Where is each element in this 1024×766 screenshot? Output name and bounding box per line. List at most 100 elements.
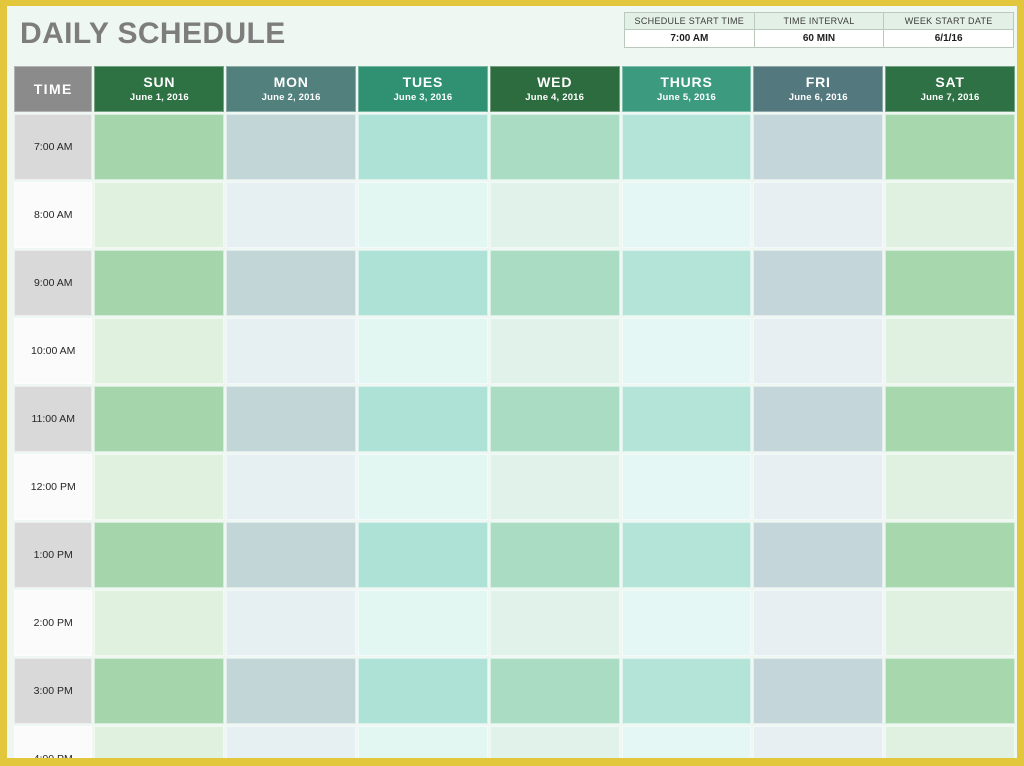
schedule-cell-sun[interactable] bbox=[94, 590, 225, 656]
settings-field-value[interactable]: 6/1/16 bbox=[883, 29, 1014, 48]
schedule-cell-fri[interactable] bbox=[753, 726, 884, 758]
schedule-cell-wed[interactable] bbox=[489, 454, 620, 520]
schedule-cell-mon[interactable] bbox=[226, 522, 357, 588]
schedule-cell-sun[interactable] bbox=[94, 318, 225, 384]
schedule-cell-thurs[interactable] bbox=[621, 318, 752, 384]
schedule-cell-mon[interactable] bbox=[226, 114, 357, 180]
schedule-row: 11:00 AM bbox=[14, 386, 1015, 452]
day-header-name: SAT bbox=[935, 74, 965, 90]
schedule-cell-sun[interactable] bbox=[94, 182, 225, 248]
schedule-cell-sun[interactable] bbox=[94, 658, 225, 724]
schedule-cell-thurs[interactable] bbox=[621, 182, 752, 248]
settings-field-label: WEEK START DATE bbox=[883, 12, 1014, 30]
schedule-cell-tues[interactable] bbox=[358, 454, 488, 520]
settings-field-value[interactable]: 60 MIN bbox=[753, 29, 885, 48]
schedule-cell-tues[interactable] bbox=[358, 726, 488, 758]
schedule-cell-fri[interactable] bbox=[753, 590, 884, 656]
schedule-cell-sat[interactable] bbox=[885, 658, 1015, 724]
schedule-cell-tues[interactable] bbox=[358, 318, 488, 384]
schedule-cell-wed[interactable] bbox=[489, 318, 620, 384]
day-header-date: June 4, 2016 bbox=[525, 92, 585, 103]
schedule-cell-mon[interactable] bbox=[226, 726, 357, 758]
schedule-cell-mon[interactable] bbox=[226, 318, 357, 384]
schedule-cell-fri[interactable] bbox=[753, 522, 884, 588]
schedule-cell-thurs[interactable] bbox=[621, 590, 752, 656]
time-slot-label: 4:00 PM bbox=[14, 726, 93, 758]
schedule-cell-sun[interactable] bbox=[94, 114, 225, 180]
schedule-cell-tues[interactable] bbox=[358, 658, 488, 724]
schedule-cell-mon[interactable] bbox=[226, 250, 357, 316]
settings-field-label: SCHEDULE START TIME bbox=[624, 12, 755, 30]
schedule-cell-thurs[interactable] bbox=[621, 454, 752, 520]
schedule-row: 1:00 PM bbox=[14, 522, 1015, 588]
schedule-cell-tues[interactable] bbox=[358, 182, 488, 248]
day-header-name: TUES bbox=[402, 74, 444, 90]
schedule-cell-thurs[interactable] bbox=[621, 386, 752, 452]
schedule-cell-thurs[interactable] bbox=[621, 658, 752, 724]
schedule-cell-sat[interactable] bbox=[885, 726, 1015, 758]
schedule-row: 9:00 AM bbox=[14, 250, 1015, 316]
day-header-thurs[interactable]: THURS June 5, 2016 bbox=[621, 66, 752, 112]
schedule-cell-wed[interactable] bbox=[489, 114, 620, 180]
schedule-cell-mon[interactable] bbox=[226, 386, 357, 452]
settings-field-value[interactable]: 7:00 AM bbox=[624, 29, 755, 48]
schedule-cell-mon[interactable] bbox=[226, 182, 357, 248]
day-header-tues[interactable]: TUES June 3, 2016 bbox=[358, 66, 488, 112]
time-slot-label: 10:00 AM bbox=[14, 318, 93, 384]
schedule-cell-thurs[interactable] bbox=[621, 250, 752, 316]
schedule-cell-sun[interactable] bbox=[94, 522, 225, 588]
schedule-cell-sat[interactable] bbox=[885, 522, 1015, 588]
schedule-cell-sat[interactable] bbox=[885, 114, 1015, 180]
schedule-cell-thurs[interactable] bbox=[621, 114, 752, 180]
schedule-cell-mon[interactable] bbox=[226, 454, 357, 520]
schedule-cell-fri[interactable] bbox=[753, 250, 884, 316]
schedule-row: 12:00 PM bbox=[14, 454, 1015, 520]
schedule-cell-tues[interactable] bbox=[358, 522, 488, 588]
schedule-cell-fri[interactable] bbox=[753, 386, 884, 452]
time-column-header: TIME bbox=[14, 66, 93, 112]
schedule-cell-sat[interactable] bbox=[885, 454, 1015, 520]
schedule-cell-thurs[interactable] bbox=[621, 522, 752, 588]
schedule-cell-wed[interactable] bbox=[489, 522, 620, 588]
schedule-row: 3:00 PM bbox=[14, 658, 1015, 724]
schedule-cell-wed[interactable] bbox=[489, 590, 620, 656]
day-header-name: WED bbox=[537, 74, 573, 90]
day-header-name: FRI bbox=[805, 74, 831, 90]
schedule-cell-sun[interactable] bbox=[94, 454, 225, 520]
schedule-cell-sat[interactable] bbox=[885, 250, 1015, 316]
schedule-cell-sun[interactable] bbox=[94, 726, 225, 758]
schedule-cell-sun[interactable] bbox=[94, 250, 225, 316]
schedule-row: 2:00 PM bbox=[14, 590, 1015, 656]
schedule-cell-sun[interactable] bbox=[94, 386, 225, 452]
day-header-mon[interactable]: MON June 2, 2016 bbox=[226, 66, 357, 112]
schedule-cell-tues[interactable] bbox=[358, 250, 488, 316]
schedule-cell-sat[interactable] bbox=[885, 318, 1015, 384]
day-header-sun[interactable]: SUN June 1, 2016 bbox=[94, 66, 225, 112]
schedule-cell-sat[interactable] bbox=[885, 182, 1015, 248]
day-header-wed[interactable]: WED June 4, 2016 bbox=[489, 66, 620, 112]
schedule-cell-fri[interactable] bbox=[753, 318, 884, 384]
schedule-cell-mon[interactable] bbox=[226, 590, 357, 656]
schedule-cell-tues[interactable] bbox=[358, 590, 488, 656]
schedule-cell-wed[interactable] bbox=[489, 250, 620, 316]
schedule-cell-wed[interactable] bbox=[489, 182, 620, 248]
schedule-cell-sat[interactable] bbox=[885, 590, 1015, 656]
schedule-cell-fri[interactable] bbox=[753, 454, 884, 520]
day-header-sat[interactable]: SAT June 7, 2016 bbox=[885, 66, 1015, 112]
schedule-cell-wed[interactable] bbox=[489, 658, 620, 724]
schedule-cell-wed[interactable] bbox=[489, 726, 620, 758]
schedule-cell-fri[interactable] bbox=[753, 182, 884, 248]
day-header-fri[interactable]: FRI June 6, 2016 bbox=[753, 66, 884, 112]
schedule-cell-tues[interactable] bbox=[358, 114, 488, 180]
schedule-cell-fri[interactable] bbox=[753, 658, 884, 724]
schedule-cell-wed[interactable] bbox=[489, 386, 620, 452]
schedule-cell-mon[interactable] bbox=[226, 658, 357, 724]
schedule-cell-sat[interactable] bbox=[885, 386, 1015, 452]
settings-value-row: 7:00 AM 60 MIN 6/1/16 bbox=[624, 29, 1014, 48]
schedule-cell-tues[interactable] bbox=[358, 386, 488, 452]
schedule-row: 8:00 AM bbox=[14, 182, 1015, 248]
schedule-cell-thurs[interactable] bbox=[621, 726, 752, 758]
schedule-cell-fri[interactable] bbox=[753, 114, 884, 180]
time-slot-label: 12:00 PM bbox=[14, 454, 93, 520]
time-slot-label: 1:00 PM bbox=[14, 522, 93, 588]
